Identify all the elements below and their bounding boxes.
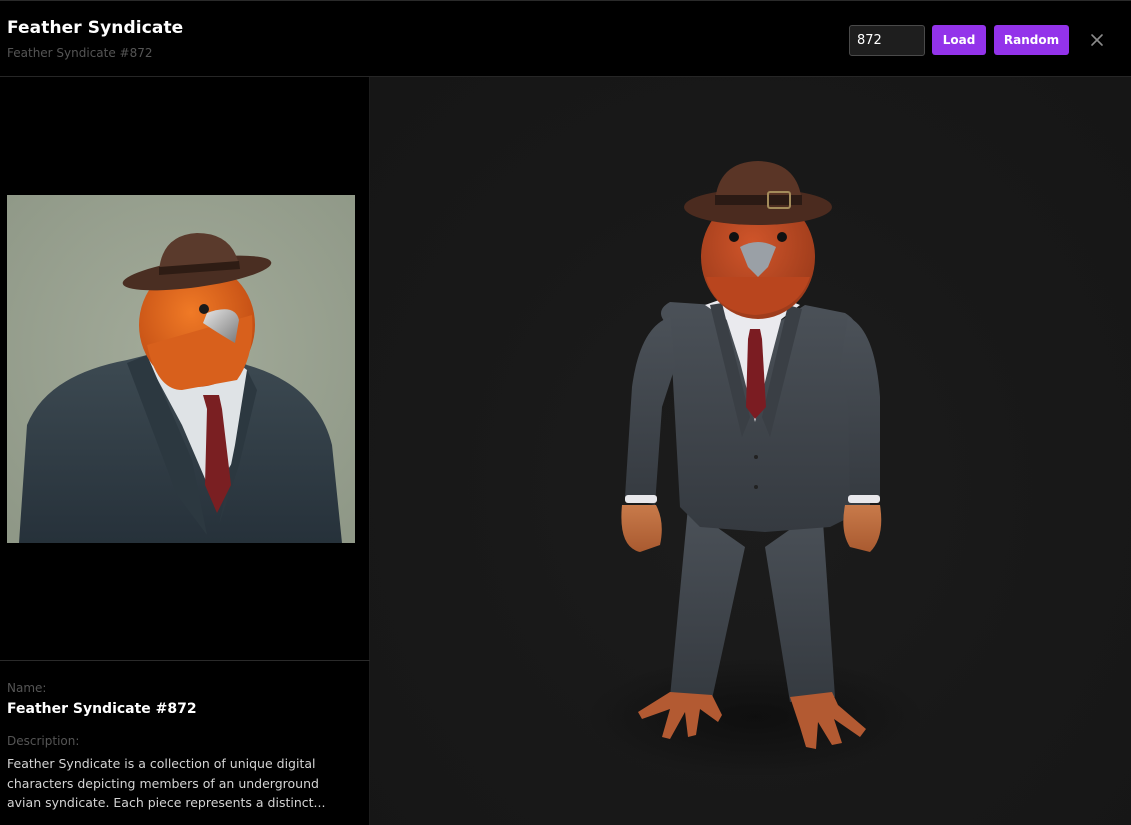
details-panel: Name: Feather Syndicate #872 Description…	[0, 77, 370, 825]
description-label: Description:	[7, 734, 80, 748]
name-label: Name:	[7, 681, 47, 695]
app-header: Feather Syndicate Feather Syndicate #872…	[0, 0, 1131, 77]
details-info: Name: Feather Syndicate #872 Description…	[0, 660, 370, 825]
random-button[interactable]: Random	[994, 25, 1069, 55]
description-value: Feather Syndicate is a collection of uni…	[7, 756, 326, 810]
page-subtitle: Feather Syndicate #872	[7, 46, 153, 60]
name-value: Feather Syndicate #872	[7, 701, 197, 717]
close-icon[interactable]	[1087, 30, 1107, 50]
load-button[interactable]: Load	[932, 25, 986, 55]
3d-model-viewer[interactable]	[370, 77, 1131, 825]
character-3d-model[interactable]	[370, 77, 1131, 825]
character-image	[7, 195, 355, 543]
page-title: Feather Syndicate	[7, 18, 184, 38]
token-id-input[interactable]	[849, 25, 925, 56]
